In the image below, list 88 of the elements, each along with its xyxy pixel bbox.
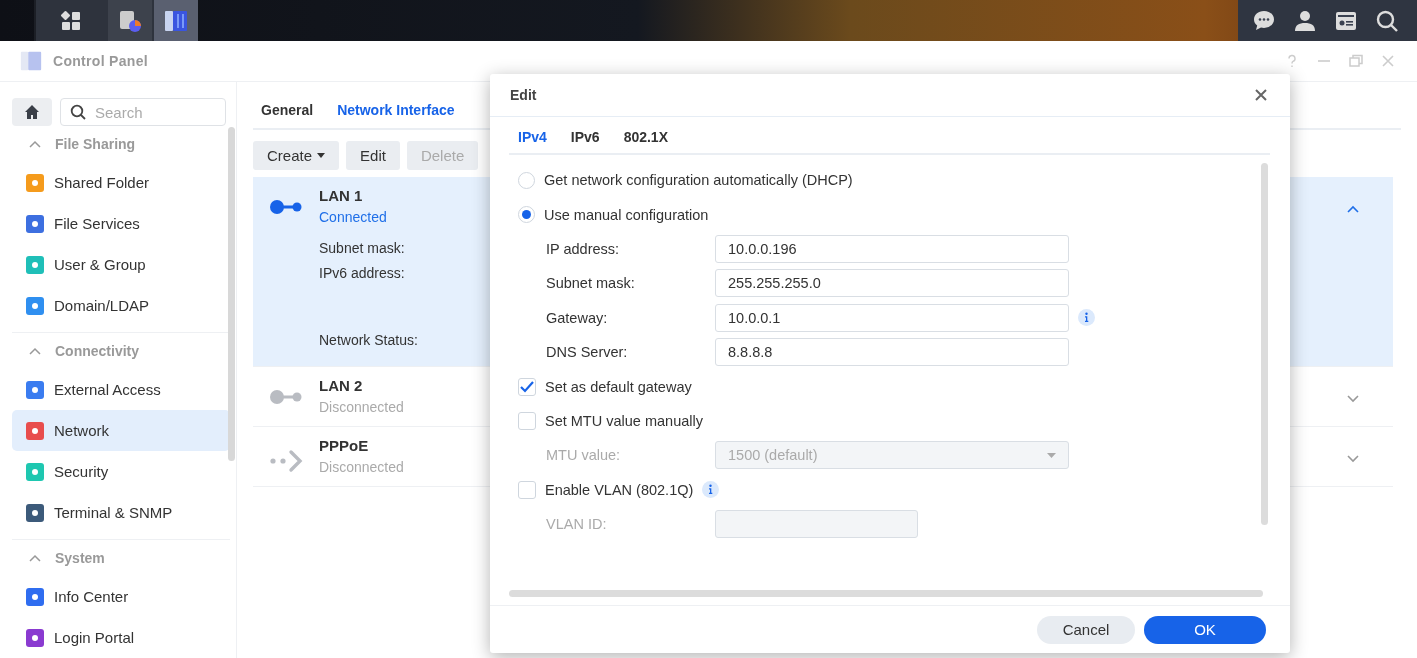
app-icon xyxy=(24,419,46,442)
search-icon xyxy=(70,104,86,120)
tab[interactable]: Network Interface xyxy=(337,102,455,128)
option-label: Set as default gateway xyxy=(545,378,692,395)
sidebar-item[interactable]: Shared Folder xyxy=(12,162,230,203)
tab[interactable]: IPv6 xyxy=(570,129,600,145)
detail-label: IPv6 address: xyxy=(319,265,405,281)
scrollbar[interactable] xyxy=(509,590,1263,597)
info-icon[interactable] xyxy=(702,481,720,499)
option-label: Get network configuration automatically (DHCP) xyxy=(544,172,853,189)
interface-name: LAN 1 xyxy=(319,187,363,204)
chevron-icon[interactable] xyxy=(1347,205,1359,213)
input-field[interactable]: 10.0.0.1 xyxy=(715,303,1069,332)
detail-label: Subnet mask: xyxy=(319,240,405,256)
field-label: Gateway: xyxy=(546,309,609,326)
chevron-icon[interactable] xyxy=(29,347,41,355)
option-label: Set MTU value manually xyxy=(545,412,703,429)
checkmark-icon xyxy=(520,380,534,393)
info-icon[interactable] xyxy=(1078,309,1095,327)
chevron-icon[interactable] xyxy=(29,140,41,148)
dialog-title: Edit xyxy=(510,87,537,103)
field-label: DNS Server: xyxy=(546,344,629,361)
chevron-icon[interactable] xyxy=(1347,455,1359,463)
control-panel-icon xyxy=(19,49,43,73)
home-icon xyxy=(24,104,40,120)
checkbox[interactable] xyxy=(518,411,536,430)
sidebar-item[interactable]: External Access xyxy=(12,369,230,410)
caret-icon xyxy=(317,153,326,158)
tab[interactable]: General xyxy=(261,102,314,128)
connection-status: Disconnected xyxy=(319,459,404,475)
chevron-icon[interactable] xyxy=(29,554,41,562)
sidebar-item[interactable]: File Services xyxy=(12,203,230,244)
scrollbar[interactable] xyxy=(228,127,235,461)
app-icon xyxy=(24,378,46,401)
field-label: Subnet mask: xyxy=(546,275,636,292)
restore-icon[interactable] xyxy=(1349,54,1363,68)
help-icon[interactable] xyxy=(1285,54,1299,68)
close-icon[interactable] xyxy=(1254,88,1268,102)
app-icon xyxy=(24,626,46,649)
search-icon[interactable] xyxy=(1375,8,1399,33)
sidebar-item[interactable]: Domain/LDAP xyxy=(12,285,230,326)
sidebar-item[interactable]: Info Center xyxy=(12,576,230,617)
taskbar-app-button[interactable] xyxy=(108,0,152,41)
grid-icon xyxy=(60,9,82,32)
app-icon xyxy=(24,171,46,194)
caret-icon xyxy=(1047,452,1056,458)
sidebar-item[interactable]: Network xyxy=(12,410,230,451)
option-label: Use manual configuration xyxy=(544,206,709,223)
interface-name: PPPoE xyxy=(319,437,369,454)
input-field[interactable]: 10.0.0.196 xyxy=(715,234,1069,263)
field-label: VLAN ID: xyxy=(546,516,608,533)
dropdown-button[interactable]: Create xyxy=(253,141,340,170)
checkbox[interactable] xyxy=(518,377,536,396)
field-label: IP address: xyxy=(546,240,621,257)
detail-label: Network Status: xyxy=(319,332,418,348)
checkbox[interactable] xyxy=(518,480,536,499)
app-icon xyxy=(24,294,46,317)
connection-status: Connected xyxy=(319,209,387,225)
chat-icon[interactable] xyxy=(1252,8,1276,33)
app-icon xyxy=(24,460,46,483)
app-icon xyxy=(24,253,46,276)
option-label: Enable VLAN (802.1Q) xyxy=(545,481,694,498)
section-title: System xyxy=(55,550,105,566)
field-label: MTU value: xyxy=(546,447,622,464)
toolbar-button[interactable]: Edit xyxy=(346,141,400,170)
app-icon xyxy=(24,585,46,608)
search-field[interactable]: Search xyxy=(60,98,226,126)
app-icon xyxy=(24,212,46,235)
sidebar-item[interactable]: Security xyxy=(12,451,230,492)
cancel-button[interactable]: Cancel xyxy=(1037,615,1135,644)
sidebar-item[interactable]: Terminal & SNMP xyxy=(12,492,230,533)
input-field[interactable]: 8.8.8.8 xyxy=(715,338,1069,367)
section-title: Connectivity xyxy=(55,343,139,359)
user-icon[interactable] xyxy=(1293,8,1317,33)
home-button[interactable] xyxy=(12,98,52,126)
sidebar-item[interactable]: Login Portal xyxy=(12,617,230,658)
window-title: Control Panel xyxy=(53,53,148,69)
scrollbar[interactable] xyxy=(1261,163,1268,525)
tab[interactable]: IPv4 xyxy=(518,129,547,145)
tab[interactable]: 802.1X xyxy=(623,129,668,145)
section-title: File Sharing xyxy=(55,136,136,152)
ok-button[interactable]: OK xyxy=(1144,615,1266,644)
interface-name: LAN 2 xyxy=(319,377,363,394)
connection-status: Disconnected xyxy=(319,399,404,415)
input-field[interactable]: 255.255.255.0 xyxy=(715,269,1069,298)
sidebar-item[interactable]: User & Group xyxy=(12,244,230,285)
app-icon xyxy=(24,501,46,524)
chevron-icon[interactable] xyxy=(1347,395,1359,403)
